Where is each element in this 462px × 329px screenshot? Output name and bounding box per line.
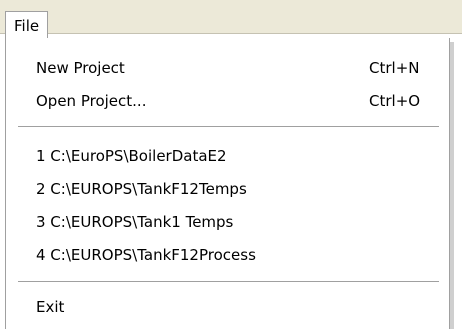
menu-item-shortcut: Ctrl+N — [369, 59, 420, 77]
recent-file-label: 2 C:\EUROPS\TankF12Temps — [36, 180, 247, 198]
recent-file-label: 1 C:\EuroPS\BoilerDataE2 — [36, 147, 227, 165]
recent-file-label: 4 C:\EUROPS\TankF12Process — [36, 246, 256, 264]
exit-menu-item[interactable]: Exit — [36, 295, 441, 319]
menu-item-label: New Project — [36, 59, 125, 77]
menu-bar: File — [0, 0, 462, 39]
new-project-menu-item[interactable]: New Project Ctrl+N — [36, 56, 441, 80]
exit-label: Exit — [36, 298, 65, 316]
menu-separator — [18, 126, 439, 128]
recent-file-item-4[interactable]: 4 C:\EUROPS\TankF12Process — [36, 243, 441, 267]
recent-file-item-3[interactable]: 3 C:\EUROPS\Tank1 Temps — [36, 210, 441, 234]
file-menu-label: File — [14, 17, 40, 35]
file-menu[interactable]: File — [5, 11, 48, 39]
recent-file-label: 3 C:\EUROPS\Tank1 Temps — [36, 213, 234, 231]
menu-item-shortcut: Ctrl+O — [369, 92, 421, 110]
recent-file-item-1[interactable]: 1 C:\EuroPS\BoilerDataE2 — [36, 144, 441, 168]
menu-separator — [18, 281, 439, 283]
recent-file-item-2[interactable]: 2 C:\EUROPS\TankF12Temps — [36, 177, 441, 201]
dropdown-shadow — [450, 42, 454, 329]
menu-item-label: Open Project... — [36, 92, 147, 110]
open-project-menu-item[interactable]: Open Project... Ctrl+O — [36, 89, 441, 113]
file-dropdown-menu: New Project Ctrl+N Open Project... Ctrl+… — [5, 38, 450, 329]
